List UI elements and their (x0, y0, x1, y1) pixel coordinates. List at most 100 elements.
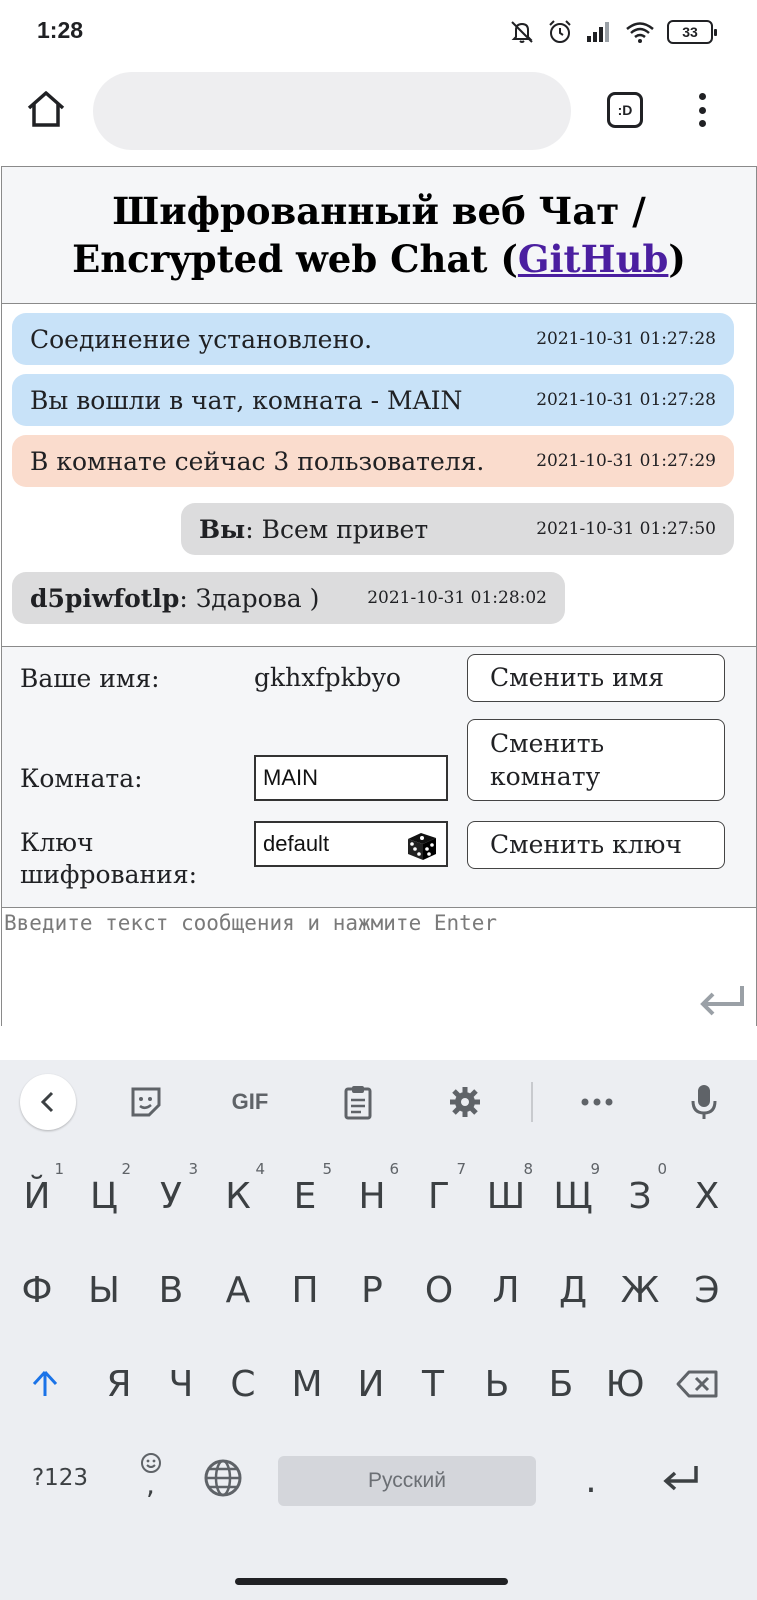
shift-arrow-icon (32, 1370, 58, 1396)
key-ф[interactable]: Ф (6, 1250, 68, 1330)
tab-switcher-button[interactable]: :D (607, 92, 643, 128)
signal-icon (587, 22, 609, 42)
key-т[interactable]: Т (402, 1344, 464, 1424)
key-е[interactable]: Е5 (274, 1156, 336, 1236)
page-title-line2: Encrypted web Chat (GitHub) (2, 235, 756, 283)
menu-dot (698, 120, 706, 127)
key-п[interactable]: П (274, 1250, 336, 1330)
chat-page: Шифрованный веб Чат / Encrypted web Chat… (1, 166, 757, 1026)
key-ю[interactable]: Ю (594, 1344, 656, 1424)
microphone-icon (691, 1085, 717, 1119)
github-link[interactable]: GitHub (518, 237, 668, 281)
globe-icon (204, 1459, 242, 1497)
message-timestamp: 2021-10-31 01:28:02 (367, 588, 547, 608)
key-а[interactable]: А (207, 1250, 269, 1330)
chat-settings-panel: Ваше имя: gkhxfpkbyo Сменить имя Комната… (2, 646, 756, 908)
key-г[interactable]: Г7 (408, 1156, 470, 1236)
clipboard-button[interactable] (334, 1078, 382, 1126)
address-bar[interactable] (93, 72, 571, 150)
page-title-line1: Шифрованный веб Чат / (112, 189, 646, 233)
backspace-icon (676, 1370, 718, 1398)
key-и[interactable]: И (340, 1344, 402, 1424)
alarm-icon (549, 20, 571, 43)
voice-input-button[interactable] (680, 1078, 728, 1126)
key-в[interactable]: В (140, 1250, 202, 1330)
key-й[interactable]: Й1 (6, 1156, 68, 1236)
message-input-placeholder: Введите текст сообщения и нажмите Enter (4, 911, 498, 935)
key-ч[interactable]: Ч (150, 1344, 212, 1424)
numbers-key[interactable]: ?123 (22, 1438, 98, 1518)
sticker-icon (131, 1087, 161, 1117)
keyboard-toolbar: GIF (0, 1060, 757, 1144)
send-enter-icon[interactable] (698, 982, 748, 1016)
message-timestamp: 2021-10-31 01:27:50 (536, 519, 716, 539)
key-х[interactable]: Х (676, 1156, 738, 1236)
change-name-button[interactable]: Сменить имя (467, 654, 725, 702)
gif-button[interactable]: GIF (226, 1078, 274, 1126)
message-text: Вы вошли в чат, комната - MAIN (30, 385, 463, 415)
key-о[interactable]: О (408, 1250, 470, 1330)
encryption-key-input[interactable]: default (254, 821, 448, 867)
chevron-left-icon (40, 1091, 54, 1113)
username-value: gkhxfpkbyo (254, 663, 401, 692)
key-б[interactable]: Б (530, 1344, 592, 1424)
emoji-comma-key[interactable]: , (120, 1438, 182, 1518)
key-ш[interactable]: Ш8 (475, 1156, 537, 1236)
key-ж[interactable]: Ж (609, 1250, 671, 1330)
key-р[interactable]: Р (341, 1250, 403, 1330)
key-ы[interactable]: Ы (73, 1250, 135, 1330)
home-icon[interactable] (24, 87, 68, 131)
backspace-key[interactable] (666, 1344, 728, 1424)
change-room-button[interactable]: Сменить комнату (467, 719, 725, 801)
name-label: Ваше имя: (20, 664, 160, 693)
gesture-home-bar[interactable] (235, 1578, 508, 1585)
change-key-button[interactable]: Сменить ключ (467, 821, 725, 869)
shift-key[interactable] (14, 1344, 76, 1424)
message-timestamp: 2021-10-31 01:27:29 (536, 451, 716, 471)
change-room-label-line1: Сменить (490, 729, 605, 758)
key-с[interactable]: С (212, 1344, 274, 1424)
toolbar-collapse-button[interactable] (20, 1074, 76, 1130)
language-key[interactable] (192, 1438, 254, 1518)
key-э[interactable]: Э (676, 1250, 738, 1330)
key-м[interactable]: М (276, 1344, 338, 1424)
message-text: d5piwfotlp: Здарова ) (30, 583, 320, 613)
clipboard-icon (344, 1086, 372, 1120)
browser-menu-button[interactable] (690, 90, 714, 130)
message-system: Соединение установлено. 2021-10-31 01:27… (12, 313, 734, 365)
key-label: Ключ шифрования: (20, 828, 198, 889)
sticker-button[interactable] (122, 1078, 170, 1126)
period-key[interactable]: . (560, 1440, 622, 1520)
key-щ[interactable]: Щ9 (542, 1156, 604, 1236)
settings-button[interactable] (441, 1078, 489, 1126)
key-ь[interactable]: Ь (466, 1344, 528, 1424)
gear-icon (450, 1087, 480, 1117)
menu-dot (698, 93, 706, 100)
key-н[interactable]: Н6 (341, 1156, 403, 1236)
status-bar: 1:28 33 (0, 0, 757, 62)
wifi-icon (626, 22, 654, 43)
message-author: Вы (199, 514, 246, 544)
toolbar-divider (531, 1082, 533, 1122)
key-л[interactable]: Л (475, 1250, 537, 1330)
key-д[interactable]: Д (542, 1250, 604, 1330)
more-button[interactable] (573, 1078, 621, 1126)
space-bar[interactable]: Русский (278, 1456, 536, 1506)
key-ц[interactable]: Ц2 (73, 1156, 135, 1236)
dice-icon[interactable] (404, 827, 440, 863)
message-input[interactable]: Введите текст сообщения и нажмите Enter (2, 908, 756, 1024)
more-horizontal-icon (581, 1098, 613, 1106)
title-suffix: ) (668, 237, 686, 281)
change-room-label-line2: комнату (490, 762, 601, 791)
room-input[interactable]: MAIN (254, 755, 448, 801)
room-label: Комната: (20, 764, 143, 793)
browser-toolbar: :D (0, 62, 757, 162)
title-prefix: Encrypted web Chat ( (72, 237, 518, 281)
enter-key[interactable] (650, 1438, 712, 1518)
key-з[interactable]: З0 (609, 1156, 671, 1236)
message-own: Вы: Всем привет 2021-10-31 01:27:50 (181, 503, 734, 555)
key-у[interactable]: У3 (140, 1156, 202, 1236)
key-к[interactable]: К4 (207, 1156, 269, 1236)
key-я[interactable]: Я (88, 1344, 150, 1424)
menu-dot (698, 106, 706, 114)
